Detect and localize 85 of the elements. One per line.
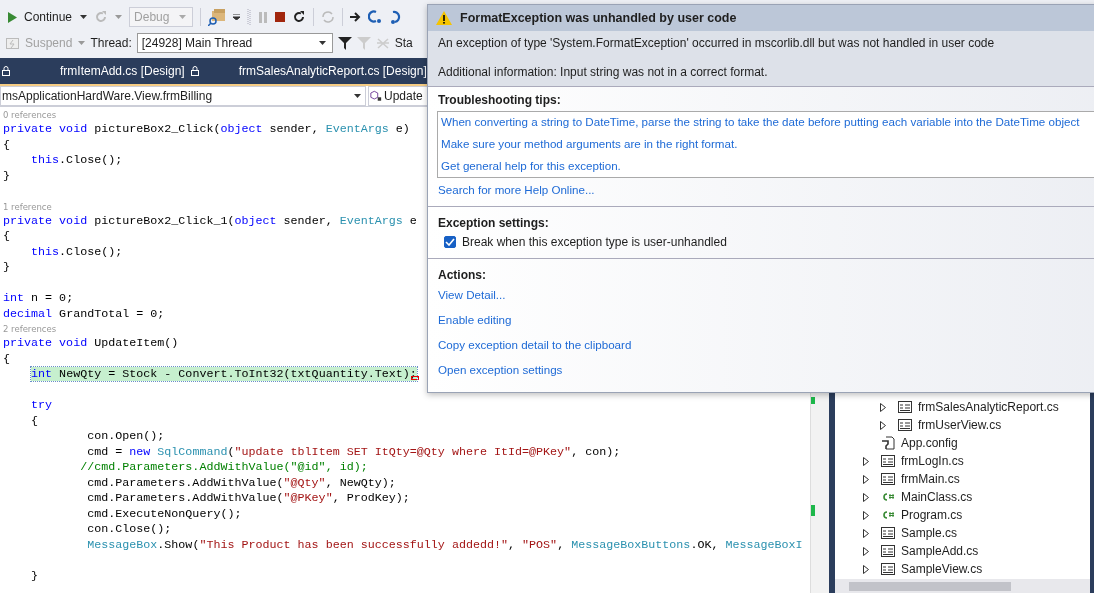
section-heading: Exception settings: <box>437 215 550 232</box>
code-line: cmd.Parameters.AddWithValue("@PKey", ProdKey); <box>86 491 410 507</box>
lock-icon <box>190 66 199 76</box>
tip-link[interactable]: Make sure your method arguments are in the right format. <box>438 136 738 152</box>
search-help-link[interactable]: Search for more Help Online... <box>435 182 595 198</box>
form-file-icon <box>881 473 895 485</box>
checkbox-label[interactable]: Break when this exception type is user-unhandled <box>462 235 727 249</box>
form-file-icon <box>881 545 895 557</box>
step-into-icon[interactable] <box>368 9 383 25</box>
cube-icon <box>370 90 382 102</box>
code-line: { <box>2 229 10 245</box>
code-line: { <box>2 351 10 367</box>
tree-item[interactable]: frmMain.cs <box>835 470 1090 488</box>
form-file-icon <box>898 419 912 431</box>
code-line: try <box>30 398 53 414</box>
caret-icon <box>354 94 361 98</box>
document-tab[interactable]: frmItemAdd.cs [Design] <box>52 58 207 84</box>
caret-icon[interactable] <box>233 14 241 20</box>
tip-link[interactable]: Get general help for this exception. <box>438 158 621 174</box>
code-line: cmd = new SqlCommand("update tblItem SET ItQty=@Qty where ItId=@PKey", con); <box>86 444 621 460</box>
type-dropdown[interactable]: msApplicationHardWare.View.frmBilling <box>0 86 366 106</box>
action-link[interactable]: View Detail... <box>435 287 506 303</box>
lock-icon <box>2 66 10 76</box>
section-heading: Actions: <box>437 267 487 284</box>
code-line: decimal GrandTotal = 0; <box>2 306 165 322</box>
tip-link[interactable]: When converting a string to DateTime, parse the string to take the date before putting each variable into the DateTime object <box>438 114 1080 130</box>
form-file-icon <box>898 401 912 413</box>
code-line: cmd.ExecuteNonQuery(); <box>86 506 242 522</box>
caret-icon[interactable] <box>80 15 88 19</box>
caret-icon <box>179 15 187 19</box>
restart-icon[interactable] <box>94 10 109 24</box>
code-line: private void pictureBox2_Click(object sender, EventArgs e) <box>2 122 410 138</box>
tree-item[interactable]: SampleAdd.cs <box>835 542 1090 560</box>
exception-title: FormatException was unhandled by user code <box>460 11 737 25</box>
csharp-file-icon <box>881 509 895 521</box>
form-file-icon <box>881 527 895 539</box>
code-line: this.Close(); <box>30 153 123 169</box>
checkbox[interactable] <box>444 236 456 248</box>
code-line: MessageBox.Show("This Product has been successfully addedd!", "POS", MessageBoxButtons.OK, MessageBoxI <box>86 537 803 553</box>
caret-icon <box>318 41 326 45</box>
suspend-icon <box>6 37 19 49</box>
tree-item[interactable]: Program.cs <box>835 506 1090 524</box>
play-icon <box>7 10 18 24</box>
code-line: con.Close(); <box>86 522 172 538</box>
code-line: private void UpdateItem() <box>2 336 179 352</box>
arrow-icon[interactable] <box>350 12 362 22</box>
form-file-icon <box>881 563 895 575</box>
code-line: } <box>2 260 10 276</box>
horizontal-scrollbar[interactable] <box>835 579 1090 593</box>
code-line: con.Open(); <box>86 429 165 445</box>
tree-item[interactable]: Sample.cs <box>835 524 1090 542</box>
code-line: //cmd.Parameters.AddWithValue("@id", id); <box>79 460 368 476</box>
folder-search-icon[interactable] <box>208 8 227 26</box>
code-line: } <box>30 568 39 584</box>
grip-icon <box>247 8 252 26</box>
action-link[interactable]: Copy exception detail to the clipboard <box>435 337 632 353</box>
filter-icon[interactable] <box>337 36 352 50</box>
code-line: int n = 0; <box>2 291 74 307</box>
tree-item[interactable]: frmSalesAnalyticReport.cs <box>835 398 1090 416</box>
restart-icon[interactable] <box>292 10 307 24</box>
tree-item[interactable]: App.config <box>835 434 1090 452</box>
exception-message: An exception of type 'System.FormatException' occurred in mscorlib.dll but was not handled in user code <box>438 35 996 51</box>
tree-item[interactable]: MainClass.cs <box>835 488 1090 506</box>
action-link[interactable]: Enable editing <box>435 312 512 328</box>
thread-dropdown[interactable]: [24928] Main Thread <box>136 33 333 53</box>
stack-label: Sta <box>394 36 413 50</box>
tree-item[interactable]: SampleView.cs <box>835 560 1090 578</box>
action-link[interactable]: Open exception settings <box>435 362 563 378</box>
code-line: this.Close(); <box>30 244 123 260</box>
code-line: } <box>2 168 10 184</box>
csharp-file-icon <box>881 491 895 503</box>
form-file-icon <box>881 455 895 467</box>
code-line: { <box>2 137 10 153</box>
tree-item[interactable]: frmUserView.cs <box>835 416 1090 434</box>
additional-information: Additional information: Input string was not in a correct format. <box>438 64 769 80</box>
section-heading: Troubleshooting tips: <box>437 92 562 109</box>
stop-icon[interactable] <box>275 12 286 22</box>
warning-icon <box>436 11 452 25</box>
continue-button[interactable]: Continue <box>6 8 74 26</box>
thread-label: Thread: <box>90 36 132 50</box>
code-line: cmd.Parameters.AddWithValue("@Qty", NewQty); <box>86 475 396 491</box>
code-line: private void pictureBox2_Click_1(object sender, EventArgs e <box>2 213 417 229</box>
code-line: { <box>30 413 39 429</box>
config-file-icon <box>881 436 895 450</box>
tree-item[interactable]: frmLogIn.cs <box>835 452 1090 470</box>
